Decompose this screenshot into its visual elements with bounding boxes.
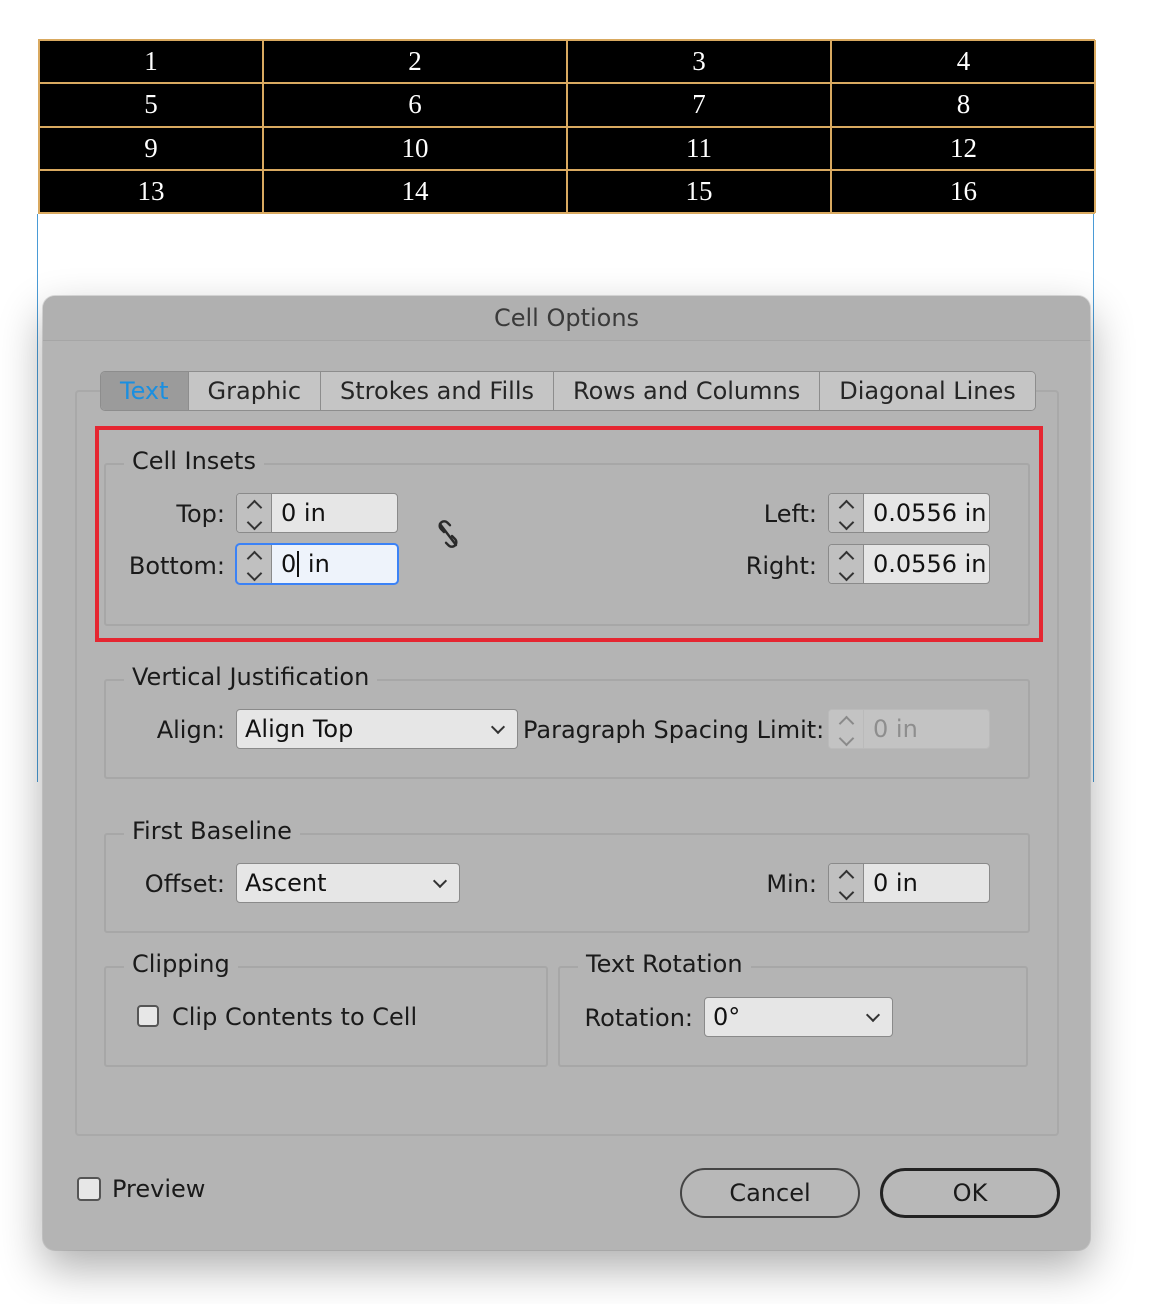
- table-cell[interactable]: 3: [567, 40, 831, 84]
- tab-bar: Text Graphic Strokes and Fills Rows and …: [100, 371, 1036, 411]
- paragraph-spacing-limit-value: 0 in: [873, 715, 918, 743]
- ok-button[interactable]: OK: [880, 1168, 1060, 1218]
- up-arrow-icon: [838, 869, 854, 886]
- offset-select[interactable]: Ascent: [236, 863, 460, 903]
- tab-strokes-and-fills[interactable]: Strokes and Fills: [321, 372, 554, 410]
- chevron-down-icon: [865, 1007, 881, 1023]
- preview-checkbox[interactable]: [77, 1177, 101, 1201]
- min-value[interactable]: 0 in: [864, 864, 989, 902]
- paragraph-spacing-limit-field: 0 in: [828, 709, 990, 749]
- up-arrow-icon: [838, 715, 854, 732]
- table-cell[interactable]: 12: [831, 126, 1096, 170]
- table-cell[interactable]: 1: [39, 40, 263, 84]
- dialog-titlebar[interactable]: Cell Options: [43, 296, 1090, 341]
- min-field[interactable]: 0 in: [828, 863, 990, 903]
- text-rotation-title: Text Rotation: [578, 950, 751, 978]
- min-stepper[interactable]: [829, 864, 864, 902]
- cancel-button[interactable]: Cancel: [680, 1168, 860, 1218]
- table-cell[interactable]: 2: [263, 40, 567, 84]
- chevron-down-icon: [490, 719, 506, 735]
- min-label: Min:: [766, 870, 817, 898]
- offset-label: Offset:: [144, 870, 225, 898]
- table-cell[interactable]: 6: [263, 83, 567, 127]
- table-cell[interactable]: 14: [263, 169, 567, 213]
- clipping-title: Clipping: [124, 950, 238, 978]
- dialog-title: Cell Options: [493, 304, 640, 332]
- chevron-down-icon: [432, 873, 448, 889]
- tab-text[interactable]: Text: [101, 372, 189, 410]
- paragraph-spacing-limit-label: Paragraph Spacing Limit:: [523, 716, 825, 744]
- align-label: Align:: [156, 716, 225, 744]
- spacing-stepper: [829, 710, 864, 748]
- rotation-label: Rotation:: [584, 1004, 693, 1032]
- table-cell[interactable]: 7: [567, 83, 831, 127]
- vertical-justification-title: Vertical Justification: [124, 663, 378, 691]
- clip-contents-checkbox[interactable]: [137, 1005, 159, 1027]
- table-cell[interactable]: 8: [831, 83, 1096, 127]
- first-baseline-title: First Baseline: [124, 817, 300, 845]
- table-cell[interactable]: 5: [39, 83, 263, 127]
- rotation-select[interactable]: 0°: [704, 997, 893, 1037]
- table-cell[interactable]: 4: [831, 40, 1096, 84]
- tab-rows-and-columns[interactable]: Rows and Columns: [554, 372, 821, 410]
- table-cell[interactable]: 15: [567, 169, 831, 213]
- document-table: 1 2 3 4 5 6 7 8 9 10 11 12 13 14 15 16: [38, 39, 1096, 214]
- rotation-value: 0°: [713, 1003, 741, 1031]
- tab-diagonal-lines[interactable]: Diagonal Lines: [820, 372, 1035, 410]
- table-cell[interactable]: 11: [567, 126, 831, 170]
- table-cell[interactable]: 10: [263, 126, 567, 170]
- offset-value: Ascent: [245, 869, 327, 897]
- preview-label[interactable]: Preview: [112, 1175, 205, 1203]
- table-cell[interactable]: 13: [39, 169, 263, 213]
- tab-graphic[interactable]: Graphic: [188, 372, 322, 410]
- table-cell[interactable]: 9: [39, 126, 263, 170]
- down-arrow-icon: [838, 730, 854, 747]
- down-arrow-icon: [838, 884, 854, 901]
- cell-insets-highlight: [95, 426, 1043, 642]
- cell-options-dialog: Cell Options Text Graphic Strokes and Fi…: [43, 296, 1090, 1250]
- align-select[interactable]: Align Top: [236, 709, 518, 749]
- table-cell[interactable]: 16: [831, 169, 1096, 213]
- clip-contents-label[interactable]: Clip Contents to Cell: [172, 1003, 417, 1031]
- align-value: Align Top: [245, 715, 354, 743]
